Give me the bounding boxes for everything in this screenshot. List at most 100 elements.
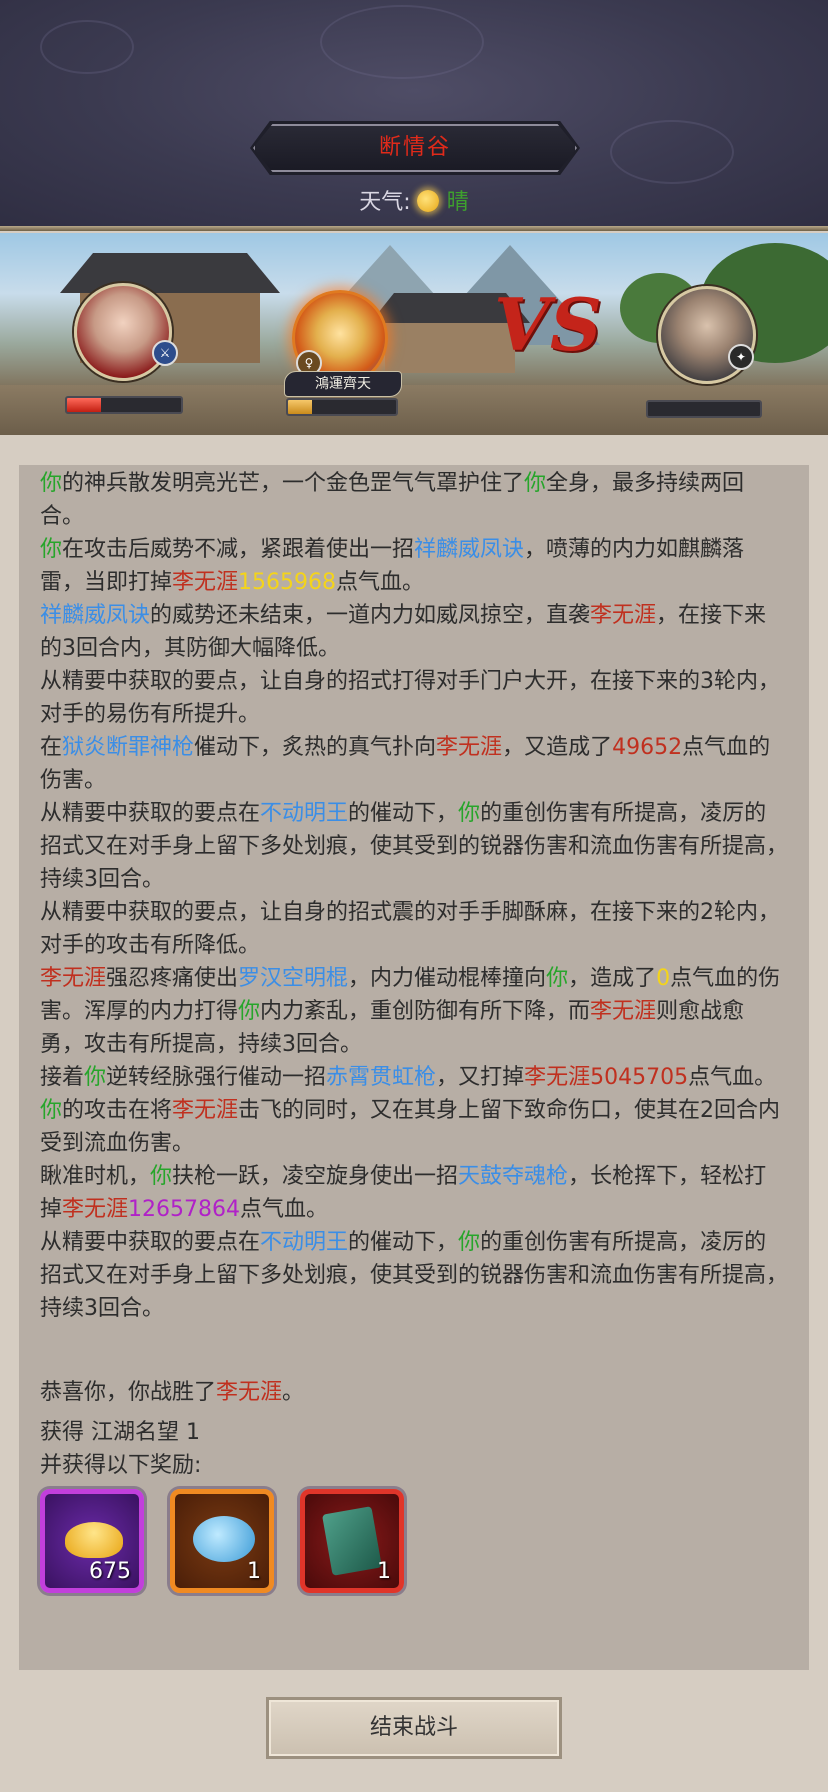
reward-item-cloud[interactable]: 1 <box>170 1489 274 1593</box>
log-segment: 从精要中获取的要点，让自身的招式打得对手门户大开，在接下来的3轮内，对手的易伤有… <box>40 669 780 727</box>
header-divider <box>0 226 828 231</box>
log-segment: 在 <box>40 735 63 760</box>
log-segment: 李无涯 <box>62 1197 129 1222</box>
log-segment: 内力紊乱，重创防御有所下降，而 <box>260 999 591 1024</box>
fame-reward: 获得 江湖名望 1 <box>40 1420 200 1445</box>
log-segment: 的神兵散发明亮光芒，一个金色罡气气罩护住了 <box>62 471 525 496</box>
cloud-pattern <box>320 5 484 79</box>
log-entry: 从精要中获取的要点，让自身的招式震的对手手脚酥麻，在接下来的2轮内，对手的攻击有… <box>40 896 788 962</box>
weather-display: 天气: 晴 <box>0 184 828 216</box>
player-hp-bar <box>65 396 183 414</box>
log-segment: 你 <box>150 1164 173 1189</box>
log-segment: 的催动下， <box>348 801 459 826</box>
cloud-pattern <box>610 120 734 184</box>
log-segment: 你 <box>458 1230 481 1255</box>
log-segment: 你 <box>84 1065 107 1090</box>
cloud-pattern <box>40 20 134 74</box>
reward-count: 1 <box>247 1559 261 1584</box>
reward-count: 1 <box>377 1559 391 1584</box>
log-segment: 你 <box>40 1098 63 1123</box>
log-segment: 你 <box>524 471 547 496</box>
log-segment: 点气血。 <box>688 1065 777 1090</box>
player-portrait[interactable] <box>74 283 172 381</box>
log-segment: 的威势还未结束，一道内力如威凤掠空，直袭 <box>150 603 591 628</box>
log-segment: 12657864 <box>128 1197 241 1222</box>
log-segment: 在攻击后威势不减，紧跟着使出一招 <box>62 537 415 562</box>
reward-count: 675 <box>89 1559 131 1584</box>
log-segment: 的催动下， <box>348 1230 459 1255</box>
log-segment: 李无涯 <box>436 735 503 760</box>
log-segment: 接着 <box>40 1065 85 1090</box>
sun-icon <box>416 190 439 212</box>
log-segment: 点气血。 <box>240 1197 329 1222</box>
end-battle-button[interactable]: 结束战斗 <box>266 1697 562 1759</box>
log-segment: 赤霄贯虹枪 <box>326 1065 437 1090</box>
log-segment: 李无涯 <box>40 966 107 991</box>
enemy-hp-bar <box>646 400 762 418</box>
log-segment: 5045705 <box>590 1065 689 1090</box>
log-entry: 你的攻击在将李无涯击飞的同时，又在其身上留下致命伤口，使其在2回合内受到流血伤害… <box>40 1094 788 1160</box>
log-segment: 逆转经脉强行催动一招 <box>106 1065 327 1090</box>
rewards-subtitle: 并获得以下奖励: <box>40 1453 202 1478</box>
log-entry: 从精要中获取的要点，让自身的招式打得对手门户大开，在接下来的3轮内，对手的易伤有… <box>40 665 788 731</box>
player-hp-fill <box>67 398 102 412</box>
log-segment: 罗汉空明棍 <box>238 966 349 991</box>
log-entry: 你在攻击后威势不减，紧跟着使出一招祥麟威凤诀，喷薄的内力如麒麟落雷，当即打掉李无… <box>40 533 788 599</box>
log-segment: 狱炎断罪神枪 <box>62 735 195 760</box>
result-suffix: 。 <box>282 1380 305 1405</box>
player-class-icon: ⚔ <box>152 340 178 366</box>
ally-hp-bar <box>286 398 398 416</box>
log-segment: 李无涯 <box>590 999 657 1024</box>
log-segment: 催动下，炙热的真气扑向 <box>194 735 437 760</box>
vs-emblem: VS <box>494 282 602 367</box>
ally-name-tag: 鴻運齊天 <box>284 371 402 397</box>
log-segment: 李无涯 <box>590 603 657 628</box>
location-title: 断情谷 <box>378 135 451 160</box>
log-entry: 接着你逆转经脉强行催动一招赤霄贯虹枪，又打掉李无涯5045705点气血。 <box>40 1061 788 1094</box>
log-entry: 从精要中获取的要点在不动明王的催动下，你的重创伤害有所提高，凌厉的招式又在对手身… <box>40 797 788 896</box>
log-segment: 天鼓夺魂枪 <box>458 1164 569 1189</box>
result-prefix: 恭喜你，你战胜了 <box>40 1380 217 1405</box>
log-segment: 不动明王 <box>260 801 349 826</box>
battle-log: 你的神兵散发明亮光芒，一个金色罡气气罩护住了你全身，最多持续两回合。 你在攻击后威… <box>40 467 788 1325</box>
log-segment: 从精要中获取的要点，让自身的招式震的对手手脚酥麻，在接下来的2轮内，对手的攻击有… <box>40 900 780 958</box>
log-entry: 从精要中获取的要点在不动明王的催动下，你的重创伤害有所提高，凌厉的招式又在对手身… <box>40 1226 788 1325</box>
blue-cloud-icon <box>193 1516 255 1562</box>
log-segment: 49652 <box>612 735 683 760</box>
green-book-icon <box>321 1506 383 1576</box>
battle-result: 恭喜你，你战胜了李无涯。 <box>40 1376 304 1409</box>
log-entry: 在狱炎断罪神枪催动下，炙热的真气扑向李无涯，又造成了49652点气血的伤害。 <box>40 731 788 797</box>
log-segment: 祥麟威凤诀 <box>40 603 151 628</box>
log-segment: 0 <box>656 966 671 991</box>
log-segment: 从精要中获取的要点在 <box>40 1230 261 1255</box>
log-entry: 瞅准时机，你扶枪一跃，凌空旋身使出一招天鼓夺魂枪，长枪挥下，轻松打掉李无涯126… <box>40 1160 788 1226</box>
log-segment: 瞅准时机， <box>40 1164 151 1189</box>
log-entry: 祥麟威凤诀的威势还未结束，一道内力如威凤掠空，直袭李无涯，在接下来的3回合内，其… <box>40 599 788 665</box>
log-segment: 祥麟威凤诀 <box>414 537 525 562</box>
log-entry: 你的神兵散发明亮光芒，一个金色罡气气罩护住了你全身，最多持续两回合。 <box>40 467 788 533</box>
log-segment: 不动明王 <box>260 1230 349 1255</box>
weather-label: 天气: <box>359 190 411 215</box>
log-segment: ，内力催动棍棒撞向 <box>348 966 547 991</box>
log-segment: ，又造成了 <box>502 735 613 760</box>
log-entry: 李无涯强忍疼痛使出罗汉空明棍，内力催动棍棒撞向你，造成了0点气血的伤害。浑厚的内… <box>40 962 788 1061</box>
log-segment: 强忍疼痛使出 <box>106 966 239 991</box>
ally-hp-fill <box>288 400 312 414</box>
log-segment: ，又打掉 <box>436 1065 525 1090</box>
log-segment: 扶枪一跃，凌空旋身使出一招 <box>172 1164 459 1189</box>
reward-item-gold[interactable]: 675 <box>40 1489 144 1593</box>
log-segment: 你 <box>546 966 569 991</box>
log-segment: 你 <box>40 471 63 496</box>
weather-value: 晴 <box>446 190 469 215</box>
log-segment: 你 <box>458 801 481 826</box>
enemy-class-icon: ✦ <box>728 344 754 370</box>
log-segment: 你 <box>238 999 261 1024</box>
reward-item-book[interactable]: 1 <box>300 1489 404 1593</box>
log-segment: ，造成了 <box>568 966 657 991</box>
log-segment: 从精要中获取的要点在 <box>40 801 261 826</box>
log-segment: 李无涯 <box>172 570 239 595</box>
gold-ingot-icon <box>65 1522 123 1558</box>
log-segment: 的攻击在将 <box>62 1098 173 1123</box>
roof <box>60 253 280 293</box>
log-segment: 点气血。 <box>336 570 425 595</box>
